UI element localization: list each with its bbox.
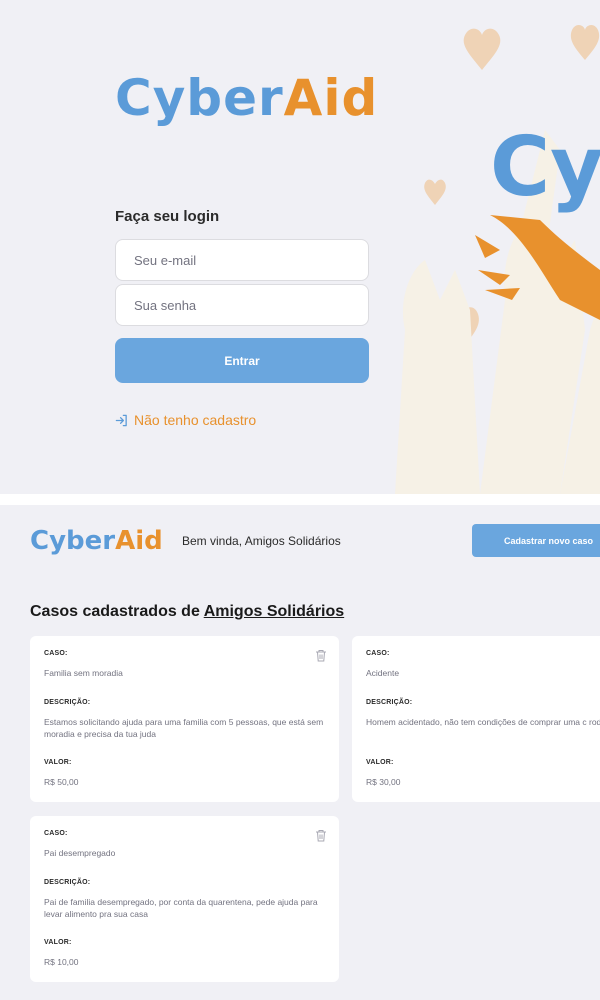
case-value: R$ 30,00 (366, 777, 401, 787)
logo-part-cyber: Cyber (30, 526, 116, 556)
profile-screen: CyberAid Bem vinda, Amigos Solidários Ca… (0, 505, 600, 1000)
log-in-icon (115, 414, 127, 426)
register-link-label: Não tenho cadastro (134, 412, 257, 428)
description-label: DESCRIÇÃO: (44, 879, 91, 886)
email-input[interactable] (115, 239, 369, 281)
case-name: Familia sem moradia (44, 668, 123, 678)
case-description: Homem acidentado, não tem condições de c… (366, 717, 600, 727)
case-label: CASO: (44, 650, 68, 657)
login-title: Faça seu login (115, 208, 220, 225)
description-label: DESCRIÇÃO: (44, 699, 91, 706)
trash-icon[interactable] (315, 649, 327, 662)
case-description: Pai de familia desempregado, por conta d… (44, 897, 318, 919)
case-card: CASO: Acidente DESCRIÇÃO: Homem acidenta… (352, 636, 600, 802)
case-name: Acidente (366, 668, 400, 678)
password-input[interactable] (115, 284, 369, 326)
hero-logo-text: Cy (490, 120, 600, 215)
case-card: CASO: Familia sem moradia DESCRIÇÃO: Est… (30, 636, 339, 802)
welcome-text: Bem vinda, Amigos Solidários (182, 534, 341, 548)
heart-icon (570, 25, 600, 60)
new-case-button[interactable]: Cadastrar novo caso (472, 524, 600, 557)
value-label: VALOR: (366, 759, 394, 766)
value-label: VALOR: (44, 939, 72, 946)
case-label: CASO: (44, 830, 68, 837)
page-title-prefix: Casos cadastrados de (30, 603, 204, 620)
heart-icon (463, 28, 501, 70)
case-name: Pai desempregado (44, 848, 116, 858)
value-label: VALOR: (44, 759, 72, 766)
brand-logo: CyberAid (115, 68, 377, 128)
register-link[interactable]: Não tenho cadastro (115, 412, 256, 428)
page-title-org: Amigos Solidários (203, 603, 345, 620)
login-screen: Cy CyberAid Faça seu login Entrar Não te… (0, 0, 600, 494)
case-value: R$ 10,00 (44, 957, 79, 967)
case-description: Estamos solicitando ajuda para uma famil… (44, 717, 324, 739)
logo-part-aid: Aid (283, 69, 379, 127)
heart-icon (424, 179, 446, 205)
description-label: DESCRIÇÃO: (366, 699, 413, 706)
case-label: CASO: (366, 650, 390, 657)
case-value: R$ 50,00 (44, 777, 79, 787)
logo-part-cyber: Cyber (115, 69, 284, 127)
page-title: Casos cadastrados de Amigos Solidários (30, 603, 344, 621)
logo-part-aid: Aid (115, 526, 163, 556)
login-button[interactable]: Entrar (115, 338, 369, 383)
case-card: CASO: Pai desempregado DESCRIÇÃO: Pai de… (30, 816, 339, 982)
trash-icon[interactable] (315, 829, 327, 842)
brand-logo-small: CyberAid (30, 525, 170, 557)
